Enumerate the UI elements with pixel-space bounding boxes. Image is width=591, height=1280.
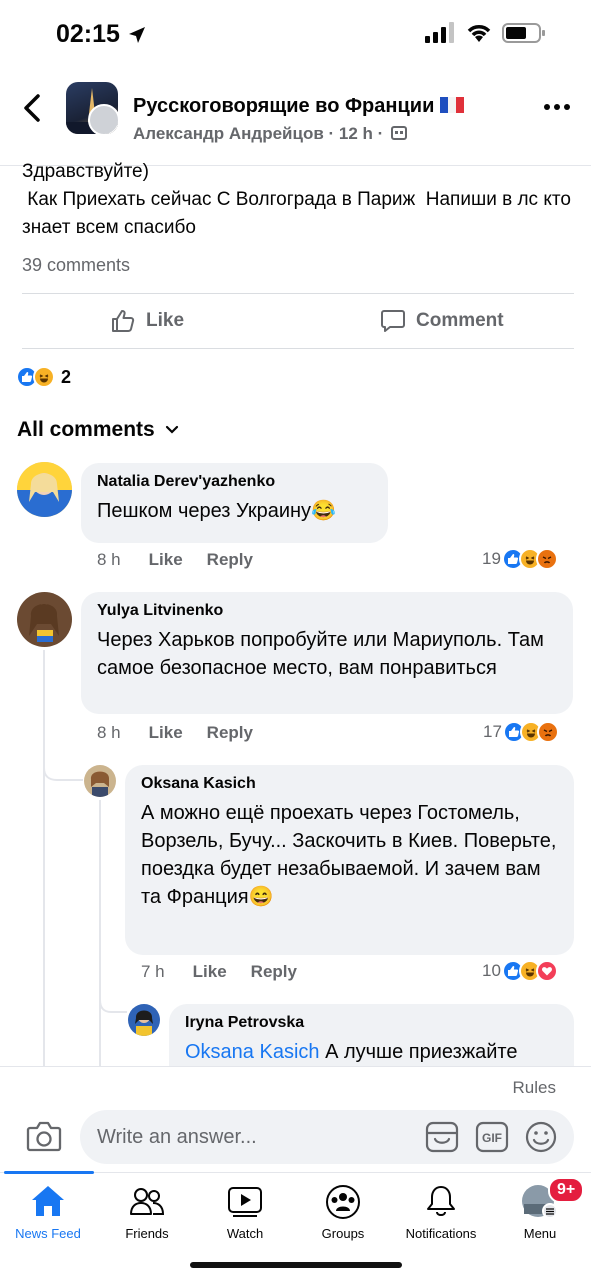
tab-news-feed[interactable]: News Feed bbox=[0, 1184, 98, 1241]
back-arrow-icon[interactable] bbox=[20, 93, 44, 123]
write-answer-placeholder: Write an answer... bbox=[97, 1126, 257, 1148]
tab-notifications[interactable]: Notifications bbox=[391, 1184, 491, 1241]
wifi-icon bbox=[467, 25, 491, 42]
comment-like-button[interactable]: Like bbox=[193, 962, 227, 982]
signal-icon bbox=[425, 22, 454, 43]
camera-icon[interactable] bbox=[26, 1120, 62, 1152]
love-reaction-icon bbox=[535, 960, 558, 982]
reaction-summary[interactable]: 2 bbox=[16, 366, 71, 388]
thread-line bbox=[43, 650, 45, 1068]
comment-reactions[interactable]: 17 bbox=[483, 721, 559, 743]
rules-link[interactable]: Rules bbox=[513, 1078, 556, 1098]
comment-time: 7 h bbox=[141, 962, 165, 981]
avatar[interactable] bbox=[128, 1004, 160, 1036]
comment-meta: 7 h Like Reply bbox=[141, 962, 321, 982]
groups-icon bbox=[326, 1185, 360, 1219]
comment-text: Пешком через Украину😂 bbox=[97, 500, 336, 522]
comment-bubble-icon bbox=[381, 310, 405, 332]
comment-reply-button[interactable]: Reply bbox=[207, 723, 253, 743]
comment-text: Oksana Kasich А лучше приезжайте bbox=[185, 1041, 518, 1063]
comments-count[interactable]: 39 comments bbox=[22, 255, 130, 276]
all-comments-filter[interactable]: All comments bbox=[17, 418, 179, 442]
home-indicator[interactable] bbox=[190, 1262, 402, 1268]
comment-text: А можно ещё проехать через Гостомель, Во… bbox=[141, 802, 557, 908]
thread-connector bbox=[43, 740, 83, 781]
comment-like-button[interactable]: Like bbox=[149, 723, 183, 743]
home-icon bbox=[32, 1186, 64, 1216]
write-answer-input[interactable]: Write an answer... GIF bbox=[80, 1110, 574, 1164]
group-name[interactable]: Русскоговорящие во Франции bbox=[133, 95, 464, 118]
group-privacy-icon bbox=[391, 126, 408, 140]
emoji-icon[interactable] bbox=[524, 1120, 558, 1154]
comment-button[interactable]: Comment bbox=[380, 308, 504, 334]
profile-photo bbox=[84, 765, 116, 797]
comment-bubble[interactable]: Oksana Kasich А можно ещё проехать через… bbox=[125, 765, 574, 955]
comment-reactions[interactable]: 10 bbox=[482, 960, 558, 982]
gif-icon[interactable]: GIF bbox=[474, 1120, 510, 1154]
divider bbox=[22, 348, 574, 349]
post-text-line1: Здравствуйте) bbox=[22, 161, 149, 182]
comment-reply-button[interactable]: Reply bbox=[251, 962, 297, 982]
active-tab-indicator bbox=[4, 1171, 94, 1174]
avatar[interactable] bbox=[17, 592, 72, 647]
haha-reaction-icon bbox=[33, 366, 55, 388]
tab-groups[interactable]: Groups bbox=[293, 1184, 393, 1241]
comment-author[interactable]: Oksana Kasich bbox=[141, 775, 558, 793]
author-avatar-small bbox=[88, 104, 118, 134]
status-time: 02:15 bbox=[56, 20, 120, 48]
comment-meta: 8 h Like Reply bbox=[97, 723, 277, 743]
friends-icon bbox=[130, 1188, 165, 1215]
group-avatar[interactable] bbox=[66, 82, 118, 134]
comment-meta: 8 h Like Reply bbox=[97, 550, 277, 570]
avatar[interactable] bbox=[84, 765, 116, 797]
comment-bubble[interactable]: Yulya Litvinenko Через Харьков попробуйт… bbox=[81, 592, 573, 714]
comment-reply-button[interactable]: Reply bbox=[207, 550, 253, 570]
menu-notification-badge: 9+ bbox=[548, 1177, 585, 1203]
tab-friends[interactable]: Friends bbox=[97, 1184, 197, 1241]
like-button[interactable]: Like bbox=[110, 308, 184, 334]
comment-author[interactable]: Natalia Derev'yazhenko bbox=[97, 473, 372, 491]
profile-photo bbox=[128, 1004, 160, 1036]
post-text-body: Как Приехать сейчас С Волгограда в Париж… bbox=[22, 189, 577, 238]
angry-reaction-icon bbox=[535, 548, 558, 570]
watch-video-icon bbox=[228, 1187, 262, 1217]
profile-photo bbox=[17, 592, 72, 647]
thread-line bbox=[99, 800, 101, 1068]
comment-time: 8 h bbox=[97, 550, 121, 569]
france-flag-icon bbox=[439, 97, 464, 113]
comment-bubble[interactable]: Natalia Derev'yazhenko Пешком через Укра… bbox=[81, 463, 388, 543]
profile-photo bbox=[17, 462, 72, 517]
comment-like-button[interactable]: Like bbox=[149, 550, 183, 570]
comment-author[interactable]: Iryna Petrovska bbox=[185, 1014, 558, 1032]
comment-time: 8 h bbox=[97, 723, 121, 742]
tab-watch[interactable]: Watch bbox=[195, 1184, 295, 1241]
post-meta: Александр Андрейцов · 12 h · bbox=[133, 124, 408, 144]
thread-connector bbox=[99, 980, 127, 1013]
angry-reaction-icon bbox=[536, 721, 559, 743]
sticker-icon[interactable] bbox=[424, 1120, 460, 1154]
chevron-down-icon bbox=[165, 425, 178, 434]
divider bbox=[22, 293, 574, 294]
avatar[interactable] bbox=[17, 462, 72, 517]
bell-icon bbox=[427, 1186, 455, 1216]
thumbs-up-icon bbox=[112, 310, 135, 332]
more-options-icon[interactable] bbox=[543, 100, 571, 114]
svg-text:GIF: GIF bbox=[482, 1131, 502, 1145]
comment-author[interactable]: Yulya Litvinenko bbox=[97, 602, 557, 620]
comment-text: Через Харьков попробуйте или Мариуполь. … bbox=[97, 629, 544, 679]
battery-icon bbox=[502, 23, 545, 43]
location-arrow-icon bbox=[129, 27, 145, 43]
mention-link[interactable]: Oksana Kasich bbox=[185, 1041, 320, 1063]
comment-reactions[interactable]: 19 bbox=[482, 548, 558, 570]
